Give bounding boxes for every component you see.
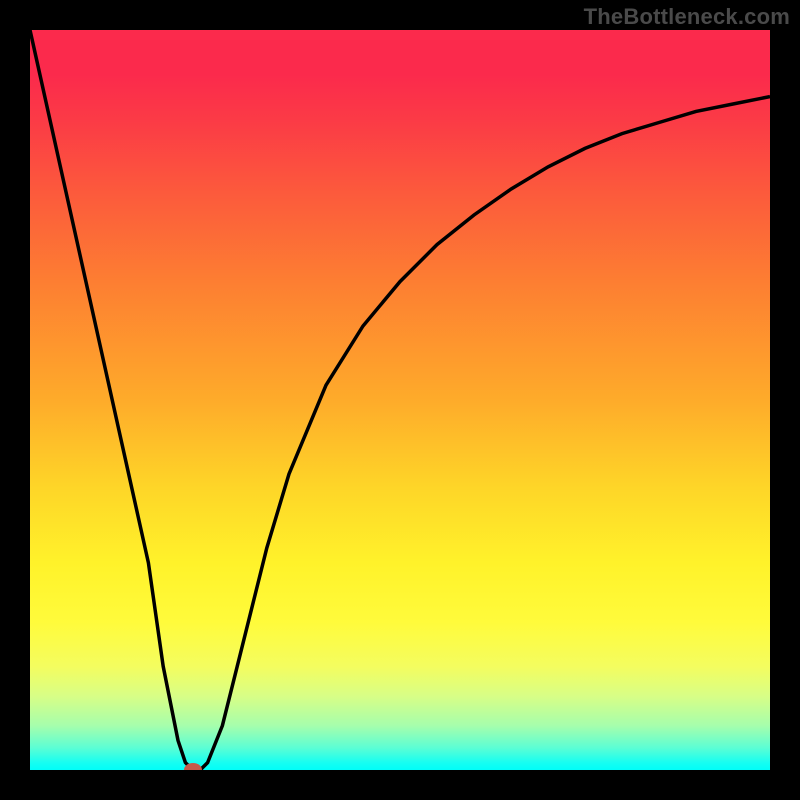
border-right bbox=[770, 0, 800, 800]
border-left bbox=[0, 0, 30, 800]
border-bottom bbox=[0, 770, 800, 800]
curve-path bbox=[30, 30, 770, 770]
optimal-point-marker bbox=[184, 763, 202, 770]
plot-area bbox=[30, 30, 770, 770]
bottleneck-curve bbox=[30, 30, 770, 770]
chart-frame: TheBottleneck.com bbox=[0, 0, 800, 800]
watermark-text: TheBottleneck.com bbox=[584, 4, 790, 30]
